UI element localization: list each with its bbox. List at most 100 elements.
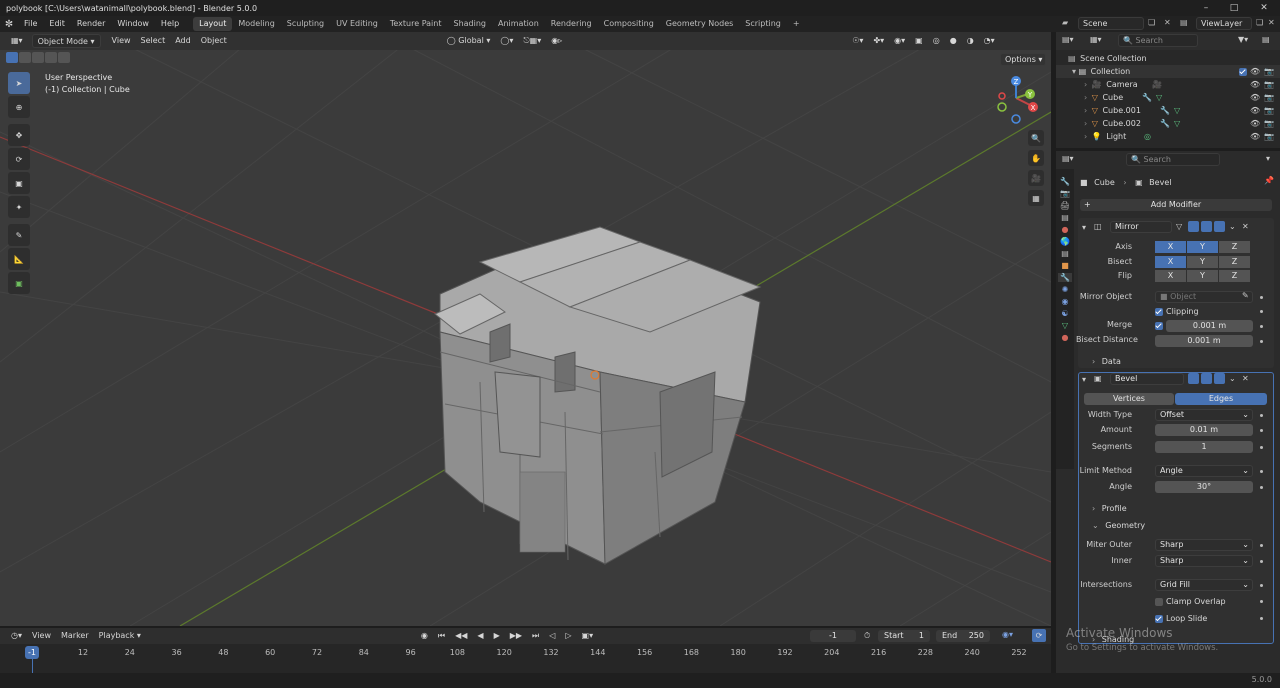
collection-render-icon[interactable]: 📷 [1264, 65, 1274, 78]
delete-view-layer-icon[interactable]: ✕ [1268, 18, 1275, 27]
jump-keyframe-back-icon[interactable]: ◀◀ [450, 629, 472, 643]
pin-icon[interactable]: 📌 [1264, 176, 1274, 185]
pivot-point-icon[interactable]: ◯▾ [495, 34, 518, 48]
tree-item-cube-002[interactable]: › ▽ Cube.002 🔧 ▽ 👁 📷 [1056, 117, 1280, 130]
mirror-name-field[interactable]: Mirror [1110, 221, 1172, 233]
tree-item-cube[interactable]: › ▽ Cube 🔧 ▽ 👁 📷 [1056, 91, 1280, 104]
bevel-editmode-toggle-icon[interactable] [1188, 373, 1199, 384]
xray-toggle-icon[interactable]: ▣ [910, 34, 928, 48]
shading-rendered-icon[interactable]: ◔▾ [979, 34, 1000, 48]
blender-logo-icon[interactable]: ✼ [0, 19, 18, 30]
axis-z-toggle[interactable]: Z [1219, 241, 1250, 253]
new-collection-icon[interactable]: ▤ [1262, 35, 1270, 44]
menu-file[interactable]: File [18, 16, 43, 32]
collection-expand-icon[interactable]: ▾ [1072, 67, 1076, 76]
collection-visibility-icon[interactable]: 👁 [1250, 65, 1260, 78]
clamp-overlap-keyframe-dot[interactable] [1260, 600, 1263, 603]
tab-particles-icon[interactable]: ✺ [1062, 285, 1069, 294]
gizmo-toggle-icon[interactable]: ✤▾ [868, 34, 889, 48]
new-scene-icon[interactable]: ❏ [1148, 18, 1155, 27]
delete-scene-icon[interactable]: ✕ [1164, 18, 1171, 27]
select-box-tool-icon[interactable]: ➤ [8, 72, 30, 94]
shading-solid-icon[interactable]: ● [945, 34, 962, 48]
end-frame-field[interactable]: End 250 [936, 630, 990, 642]
timeline-editor-type-icon[interactable]: ◷▾ [6, 629, 27, 643]
camera-render-icon[interactable]: 📷 [1264, 78, 1274, 91]
menu-select[interactable]: Select [136, 34, 171, 48]
intersections-select[interactable]: Grid Fill ⌄ [1155, 579, 1253, 591]
bisect-x-toggle[interactable]: X [1155, 256, 1186, 268]
inner-keyframe-dot[interactable] [1260, 560, 1263, 563]
tab-object-icon[interactable]: ■ [1061, 261, 1069, 270]
shading-material-icon[interactable]: ◑ [962, 34, 979, 48]
tab-scripting[interactable]: Scripting [739, 17, 787, 31]
cursor-tool-icon[interactable]: ⊕ [8, 96, 30, 118]
select-extend-icon[interactable] [19, 52, 31, 63]
tab-geometry-nodes[interactable]: Geometry Nodes [660, 17, 739, 31]
view-layer-selector[interactable]: ViewLayer [1196, 17, 1252, 30]
jump-start-icon[interactable]: ⏮ [433, 629, 450, 643]
tree-collection[interactable]: ▾ ▤ Collection 👁 📷 [1056, 65, 1280, 78]
data-subpanel[interactable]: › Data [1092, 355, 1121, 368]
timeline-menu-marker[interactable]: Marker [56, 629, 94, 643]
mirror-editmode-toggle-icon[interactable] [1188, 221, 1199, 232]
bisect-z-toggle[interactable]: Z [1219, 256, 1250, 268]
clipping-keyframe-dot[interactable] [1260, 310, 1263, 313]
transform-orientation[interactable]: ◯ Global ▾ [442, 34, 496, 48]
merge-checkbox[interactable] [1155, 322, 1163, 330]
tab-physics-icon[interactable]: ◉ [1062, 297, 1069, 306]
loop-slide-keyframe-dot[interactable] [1260, 617, 1263, 620]
cube-002-expand-icon[interactable]: › [1084, 119, 1087, 128]
annotate-tool-icon[interactable]: ✎ [8, 224, 30, 246]
flip-y-toggle[interactable]: Y [1187, 270, 1218, 282]
tab-scene-icon[interactable]: ● [1062, 225, 1069, 234]
cube-001-visibility-icon[interactable]: 👁 [1250, 104, 1260, 117]
sync-icon[interactable]: ⟳ [1032, 629, 1046, 642]
outliner-editor-type-icon[interactable]: ▤▾ [1062, 35, 1074, 44]
cube-visibility-icon[interactable]: 👁 [1250, 91, 1260, 104]
start-frame-field[interactable]: Start 1 [878, 630, 930, 642]
bevel-viewport-toggle-icon[interactable] [1201, 373, 1212, 384]
mirror-edit-cage-icon[interactable]: ▽ [1176, 222, 1182, 231]
miter-outer-keyframe-dot[interactable] [1260, 544, 1263, 547]
auto-keying-icon[interactable]: ◉ [416, 629, 433, 643]
tab-modeling[interactable]: Modeling [232, 17, 280, 31]
jump-keyframe-forward-icon[interactable]: ▶▶ [505, 629, 527, 643]
cube-002-visibility-icon[interactable]: 👁 [1250, 117, 1260, 130]
properties-search-input[interactable]: 🔍 Search [1126, 153, 1220, 166]
tab-constraints-icon[interactable]: ☯ [1061, 309, 1068, 318]
scale-tool-icon[interactable]: ▣ [8, 172, 30, 194]
bisect-distance-keyframe-dot[interactable] [1260, 340, 1263, 343]
editor-type-icon[interactable]: ▦▾ [6, 34, 28, 48]
merge-distance-field[interactable]: 0.001 m [1166, 320, 1253, 332]
measure-tool-icon[interactable]: 📐 [8, 248, 30, 270]
eyedropper-icon[interactable]: ✎ [1242, 291, 1249, 300]
tab-material-icon[interactable]: ● [1062, 333, 1069, 342]
tab-animation[interactable]: Animation [492, 17, 545, 31]
miter-outer-select[interactable]: Sharp ⌄ [1155, 539, 1253, 551]
light-expand-icon[interactable]: › [1084, 132, 1087, 141]
mirror-delete-icon[interactable]: ✕ [1242, 222, 1249, 231]
cube-001-expand-icon[interactable]: › [1084, 106, 1087, 115]
clipping-checkbox[interactable] [1155, 308, 1163, 316]
snap-icon[interactable]: ⎋▦▾ [518, 34, 546, 48]
bevel-name-field[interactable]: Bevel [1110, 373, 1184, 385]
light-render-icon[interactable]: 📷 [1264, 130, 1274, 143]
tab-modifiers-icon[interactable]: 🔧 [1058, 273, 1072, 282]
bisect-distance-field[interactable]: 0.001 m [1155, 335, 1253, 347]
add-modifier-button[interactable]: + Add Modifier [1080, 199, 1272, 211]
camera-expand-icon[interactable]: › [1084, 80, 1087, 89]
angle-keyframe-dot[interactable] [1260, 486, 1263, 489]
menu-view[interactable]: View [107, 34, 136, 48]
tree-scene-collection[interactable]: ▤ Scene Collection [1056, 52, 1280, 65]
mirror-object-keyframe-dot[interactable] [1260, 296, 1263, 299]
mirror-collapse-icon[interactable]: ▾ [1082, 223, 1086, 232]
keying-set-icon[interactable]: ▣▾ [577, 629, 599, 643]
tab-sculpting[interactable]: Sculpting [281, 17, 330, 31]
playhead-frame-label[interactable]: -1 [25, 646, 39, 659]
cube-002-render-icon[interactable]: 📷 [1264, 117, 1274, 130]
select-invert-icon[interactable] [45, 52, 57, 63]
menu-edit[interactable]: Edit [43, 16, 71, 32]
width-type-keyframe-dot[interactable] [1260, 414, 1263, 417]
tab-tool-icon[interactable]: 🔧 [1060, 177, 1070, 186]
